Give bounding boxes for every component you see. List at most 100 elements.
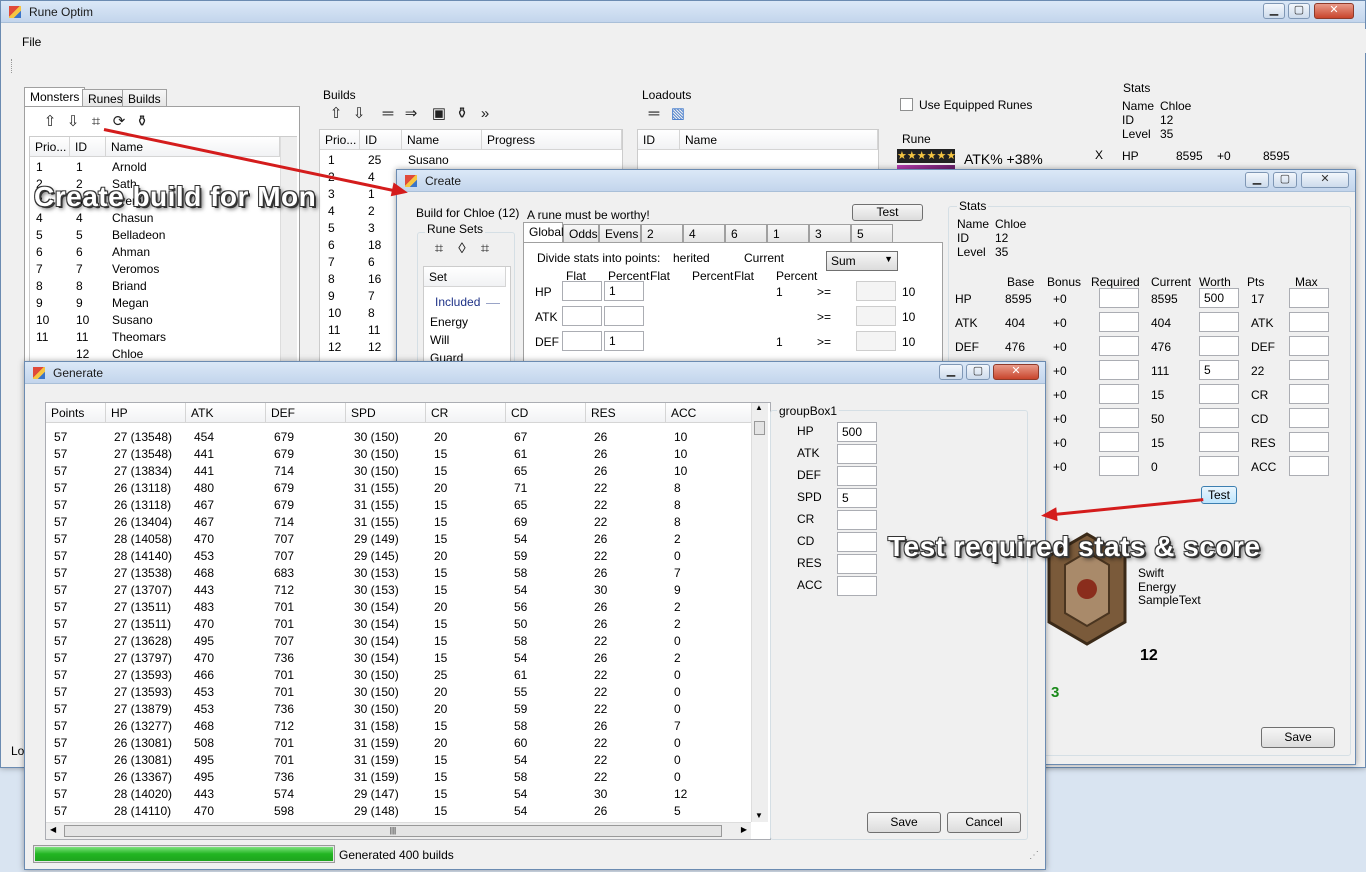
maximize-button[interactable]: ▢ — [966, 364, 990, 380]
col-acc[interactable]: ACC — [666, 403, 752, 423]
col-points[interactable]: Points — [46, 403, 106, 423]
col-set[interactable]: Set — [424, 267, 506, 287]
set-will[interactable]: Will — [430, 333, 449, 347]
grid-icon[interactable]: ⌗ — [476, 240, 494, 258]
threshold-input[interactable] — [856, 331, 896, 351]
worth-input[interactable]: 5 — [1199, 360, 1239, 380]
flat-input[interactable] — [562, 281, 602, 301]
required-input[interactable] — [1099, 432, 1139, 452]
worth-input[interactable] — [1199, 432, 1239, 452]
table-row[interactable]: 57 27 (13797) 470 736 30 (154) 15 54 26 2 — [46, 650, 752, 667]
table-row[interactable]: 57 26 (13277) 468 712 31 (158) 15 58 26 7 — [46, 718, 752, 735]
max-input[interactable] — [1289, 408, 1329, 428]
tab-global[interactable]: Global — [523, 222, 564, 242]
table-row[interactable]: 57 27 (13511) 470 701 30 (154) 15 50 26 2 — [46, 616, 752, 633]
required-input[interactable] — [1099, 360, 1139, 380]
col-id[interactable]: ID — [638, 130, 680, 150]
scroll-down-icon[interactable]: ▼ — [755, 811, 763, 820]
percent-input[interactable] — [604, 306, 644, 326]
resize-grip-icon[interactable]: ⋰ — [1029, 850, 1039, 861]
table-row[interactable]: 57 27 (13593) 466 701 30 (150) 25 61 22 0 — [46, 667, 752, 684]
tab-odds[interactable]: Odds — [563, 224, 599, 242]
field-input[interactable]: 5 — [837, 488, 877, 508]
scroll-up-icon[interactable]: ▲ — [755, 403, 763, 412]
list-item[interactable]: 7 7 Veromos — [30, 261, 280, 278]
fast-forward-icon[interactable]: » — [476, 105, 494, 123]
tab-1[interactable]: 1 — [767, 224, 809, 242]
move-up-icon[interactable]: ⇧ — [327, 105, 345, 123]
table-row[interactable]: 57 27 (13628) 495 707 30 (154) 15 58 22 0 — [46, 633, 752, 650]
field-input[interactable] — [837, 554, 877, 574]
threshold-input[interactable] — [856, 306, 896, 326]
menu-file[interactable]: File — [22, 35, 41, 49]
table-row[interactable]: 57 26 (13404) 467 714 31 (155) 15 69 22 8 — [46, 514, 752, 531]
col-cr[interactable]: CR — [426, 403, 506, 423]
tab-builds[interactable]: Builds — [122, 89, 167, 107]
table-row[interactable]: 57 28 (14020) 443 574 29 (147) 15 54 30 12 — [46, 786, 752, 803]
field-input[interactable] — [837, 532, 877, 552]
tab-2[interactable]: 2 — [641, 224, 683, 242]
table-row[interactable]: 57 27 (13538) 468 683 30 (153) 15 58 26 7 — [46, 565, 752, 582]
builds-scrollbar-v[interactable]: ▲ ▼ — [751, 403, 768, 822]
field-input[interactable]: 500 — [837, 422, 877, 442]
minimize-button[interactable]: ▁ — [1245, 172, 1269, 188]
builds-scrollbar-h[interactable]: ◀ ||| ▶ — [46, 822, 751, 839]
tab-evens[interactable]: Evens — [599, 224, 641, 242]
create-save-button[interactable]: Save — [1261, 727, 1335, 748]
scroll-thumb[interactable] — [754, 421, 765, 435]
worth-input[interactable] — [1199, 312, 1239, 332]
scroll-h-thumb[interactable]: ||| — [64, 825, 722, 837]
table-row[interactable]: 57 27 (13593) 453 701 30 (150) 20 55 22 0 — [46, 684, 752, 701]
close-button[interactable]: ✕ — [1314, 3, 1354, 19]
flat-input[interactable] — [562, 306, 602, 326]
minimize-button[interactable]: ▁ — [1263, 3, 1285, 19]
required-input[interactable] — [1099, 288, 1139, 308]
list-item[interactable]: 6 6 Ahman — [30, 244, 280, 261]
move-down-icon[interactable]: ⇩ — [64, 113, 82, 131]
max-input[interactable] — [1289, 384, 1329, 404]
worth-input[interactable] — [1199, 456, 1239, 476]
image-icon[interactable]: ▧ — [669, 105, 687, 123]
required-input[interactable] — [1099, 336, 1139, 356]
col-def[interactable]: DEF — [266, 403, 346, 423]
table-row[interactable]: 57 27 (13548) 441 679 30 (150) 15 61 26 10 — [46, 446, 752, 463]
equals-icon[interactable]: ═ — [645, 105, 663, 123]
table-row[interactable]: 57 26 (13367) 495 736 31 (159) 15 58 22 0 — [46, 769, 752, 786]
field-input[interactable] — [837, 510, 877, 530]
max-input[interactable] — [1289, 432, 1329, 452]
right-arrow-icon[interactable]: ⇒ — [402, 105, 420, 123]
move-up-icon[interactable]: ⇧ — [41, 113, 59, 131]
table-row[interactable]: 57 27 (13511) 483 701 30 (154) 20 56 26 2 — [46, 599, 752, 616]
table-row[interactable]: 57 26 (13118) 467 679 31 (155) 15 65 22 8 — [46, 497, 752, 514]
test-button[interactable]: Test — [852, 204, 923, 221]
tab-5[interactable]: 5 — [851, 224, 893, 242]
rune-close-icon[interactable]: X — [1095, 148, 1103, 162]
col-id[interactable]: ID — [360, 130, 402, 150]
worth-input[interactable] — [1199, 336, 1239, 356]
gen-save-button[interactable]: Save — [867, 812, 941, 833]
scroll-left-icon[interactable]: ◀ — [50, 825, 56, 834]
droplet-icon[interactable]: ◊ — [453, 240, 471, 258]
col-id[interactable]: ID — [70, 137, 106, 157]
required-input[interactable] — [1099, 312, 1139, 332]
col-atk[interactable]: ATK — [186, 403, 266, 423]
droplet-icon[interactable]: ⚱ — [453, 105, 471, 123]
col-cd[interactable]: CD — [506, 403, 586, 423]
worth-input[interactable]: 500 — [1199, 288, 1239, 308]
required-input[interactable] — [1099, 456, 1139, 476]
required-input[interactable] — [1099, 408, 1139, 428]
table-row[interactable]: 57 27 (13707) 443 712 30 (153) 15 54 30 9 — [46, 582, 752, 599]
maximize-button[interactable]: ▢ — [1273, 172, 1297, 188]
col-name[interactable]: Name — [402, 130, 482, 150]
max-input[interactable] — [1289, 336, 1329, 356]
create-icon[interactable]: ⌗ — [430, 240, 448, 258]
close-button[interactable]: ✕ — [1301, 172, 1349, 188]
move-down-icon[interactable]: ⇩ — [350, 105, 368, 123]
minimize-button[interactable]: ▁ — [939, 364, 963, 380]
field-input[interactable] — [837, 576, 877, 596]
maximize-button[interactable]: ▢ — [1288, 3, 1310, 19]
col-prio[interactable]: Prio... — [320, 130, 360, 150]
list-item[interactable]: 9 9 Megan — [30, 295, 280, 312]
worth-input[interactable] — [1199, 408, 1239, 428]
sum-select[interactable]: Sum ▼ — [826, 251, 898, 271]
